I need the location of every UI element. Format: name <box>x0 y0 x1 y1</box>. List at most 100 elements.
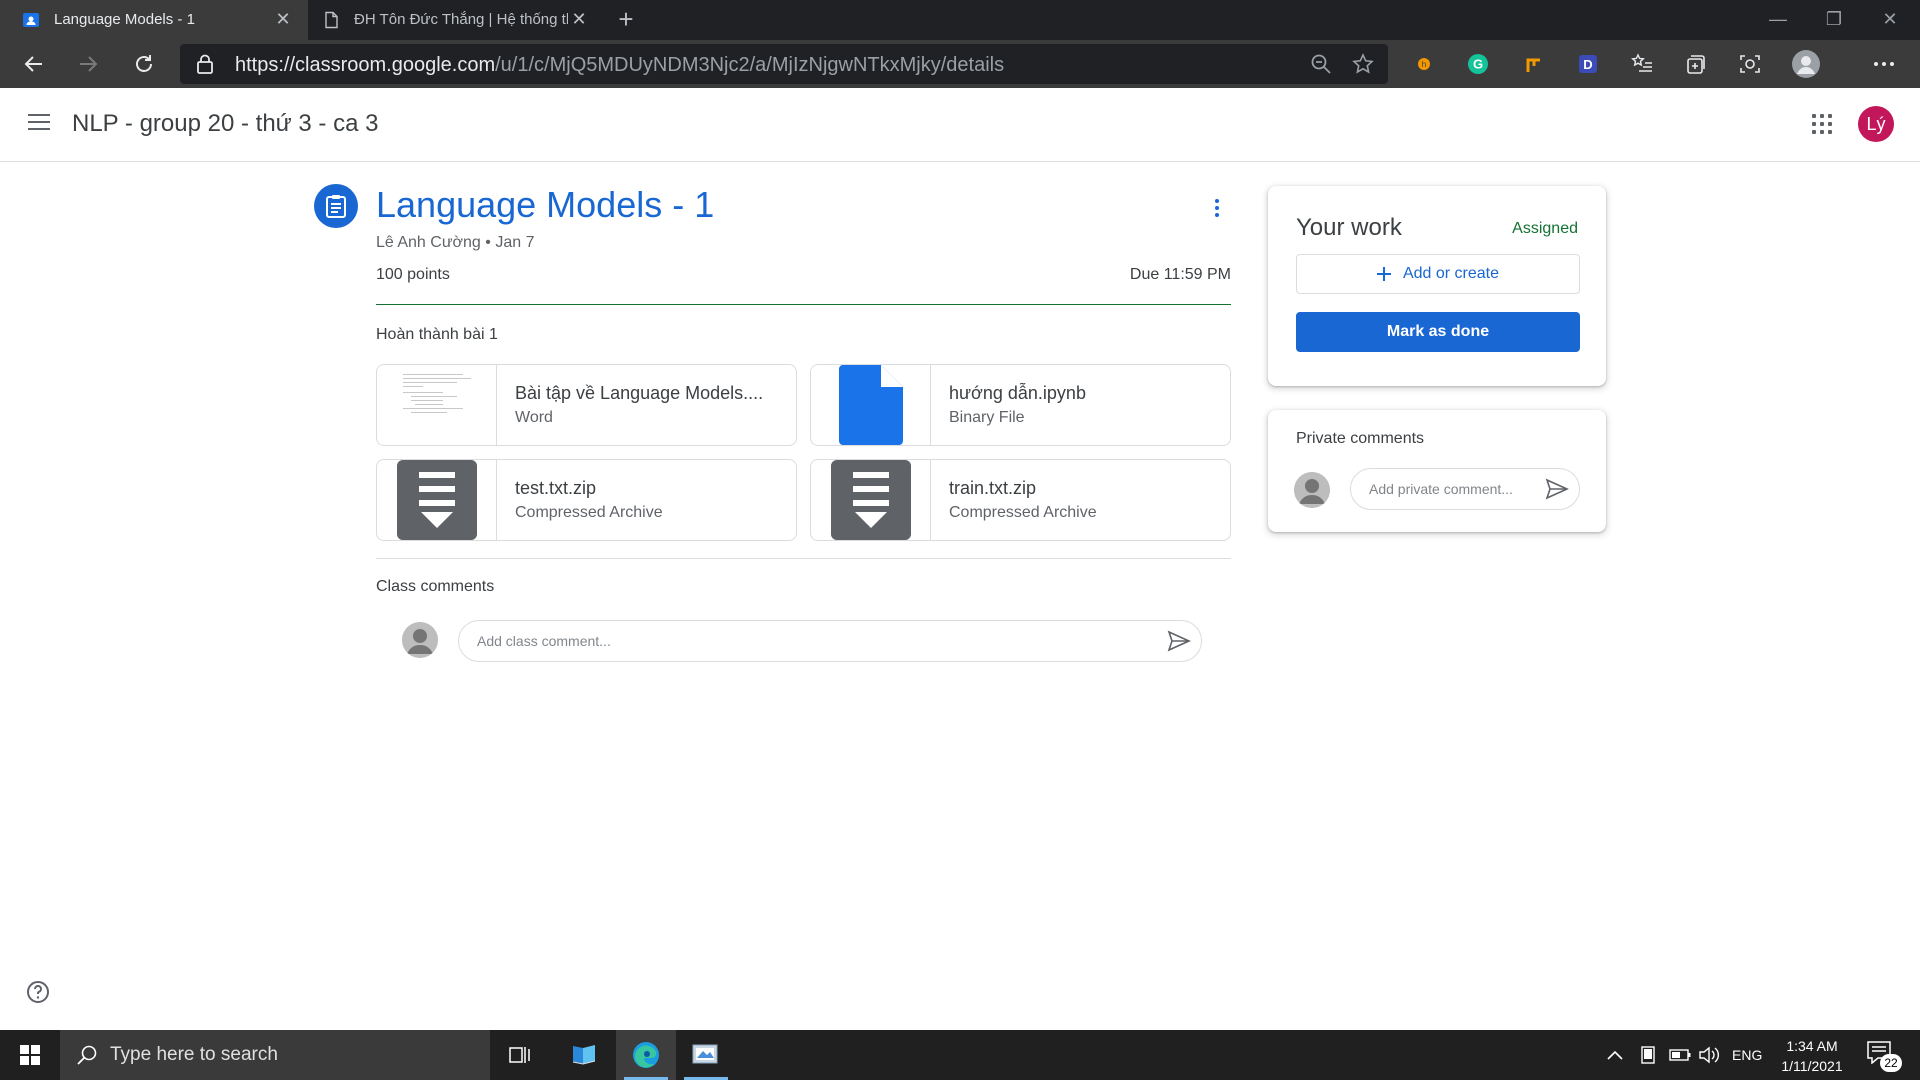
add-or-create-button[interactable]: Add or create <box>1296 254 1580 294</box>
archive-icon <box>811 460 931 540</box>
assignment-meta: Lê Anh Cường • Jan 7 <box>376 234 534 252</box>
task-view-icon[interactable] <box>490 1030 550 1080</box>
notification-center-icon[interactable]: 22 <box>1866 1040 1902 1072</box>
favorites-list-icon[interactable] <box>1630 52 1654 76</box>
close-tab-icon[interactable]: ✕ <box>568 8 590 30</box>
instructions: Hoàn thành bài 1 <box>376 326 498 343</box>
pen-icon[interactable] <box>1522 52 1546 76</box>
svg-text:G: G <box>1473 57 1483 72</box>
classroom-header: NLP - group 20 - thứ 3 - ca 3 Lý <box>0 88 1920 162</box>
menu-icon[interactable] <box>28 114 50 132</box>
add-or-create-label: Add or create <box>1402 265 1500 282</box>
author-name: Lê Anh Cường <box>376 234 481 251</box>
screenshot-icon[interactable] <box>1738 52 1762 76</box>
collections-icon[interactable] <box>1684 52 1708 76</box>
restore-icon[interactable]: ❐ <box>1806 0 1862 40</box>
system-clock[interactable]: 1:34 AM 1/11/2021 <box>1770 1036 1854 1076</box>
search-placeholder: Type here to search <box>110 1044 278 1065</box>
send-icon[interactable] <box>1167 629 1191 653</box>
archive-icon <box>377 460 497 540</box>
more-vert-icon[interactable] <box>1208 196 1226 220</box>
points: 100 points <box>376 266 450 283</box>
edge-browser-icon[interactable] <box>616 1030 676 1080</box>
clock-time: 1:34 AM <box>1786 1038 1838 1054</box>
close-tab-icon[interactable]: ✕ <box>272 8 294 30</box>
favorite-star-icon[interactable] <box>1352 53 1374 75</box>
zoom-icon[interactable] <box>1310 53 1332 75</box>
svg-text:h: h <box>1422 60 1426 69</box>
private-comment-input[interactable]: Add private comment... <box>1350 468 1580 510</box>
google-apps-icon[interactable] <box>1812 114 1832 134</box>
minimize-icon[interactable]: — <box>1750 0 1806 40</box>
search-icon <box>77 1045 97 1065</box>
taskbar-search[interactable]: Type here to search <box>60 1030 490 1080</box>
tray-chevron-icon[interactable] <box>1606 1030 1624 1080</box>
grammarly-icon[interactable]: G <box>1466 52 1490 76</box>
classroom-favicon-icon <box>23 13 39 27</box>
dashlane-icon[interactable]: D <box>1576 52 1600 76</box>
divider <box>376 304 1231 305</box>
user-avatar-icon <box>1294 472 1330 508</box>
due-date: Due 11:59 PM <box>1129 266 1231 283</box>
tray-device-icon[interactable] <box>1640 1030 1656 1080</box>
divider <box>376 558 1231 559</box>
attachment-type: Binary File <box>949 409 1025 426</box>
back-icon[interactable] <box>18 48 50 80</box>
help-icon[interactable] <box>26 980 50 1004</box>
attachment-card[interactable]: hướng dẫn.ipynb Binary File <box>810 364 1231 446</box>
attachment-name: train.txt.zip <box>949 478 1037 498</box>
tab-language-models[interactable]: Language Models - 1 ✕ <box>0 0 308 40</box>
honey-icon[interactable]: h <box>1412 52 1436 76</box>
page-icon <box>325 11 338 29</box>
profile-icon[interactable] <box>1790 48 1822 80</box>
new-tab-icon[interactable]: + <box>612 6 640 34</box>
account-avatar[interactable]: Lý <box>1858 106 1894 142</box>
private-comments-title: Private comments <box>1296 430 1425 447</box>
attachment-type: Word <box>515 409 553 426</box>
attachment-card[interactable]: Bài tập về Language Models.... Word <box>376 364 797 446</box>
tab-title: ĐH Tôn Đức Thắng | Hệ thống thông tin si… <box>354 11 568 28</box>
your-work-title: Your work <box>1296 214 1402 241</box>
volume-icon[interactable] <box>1698 1030 1720 1080</box>
post-date: Jan 7 <box>495 234 535 251</box>
notification-count: 22 <box>1880 1054 1902 1072</box>
attachment-card[interactable]: train.txt.zip Compressed Archive <box>810 459 1231 541</box>
battery-icon[interactable] <box>1668 1030 1692 1080</box>
your-work-card: Your work Assigned Add or create Mark as… <box>1268 186 1606 386</box>
class-comment-input[interactable]: Add class comment... <box>458 620 1202 662</box>
class-comments-heading[interactable]: Class comments <box>376 578 494 596</box>
file-icon <box>811 365 931 445</box>
class-comment-placeholder: Add class comment... <box>477 633 611 649</box>
browser-toolbar: https://classroom.google.com/u/1/c/MjQ5M… <box>0 40 1920 88</box>
lock-icon <box>197 54 213 74</box>
attachment-name: Bài tập về Language Models.... <box>515 383 764 403</box>
tab-title: Language Models - 1 <box>54 11 195 28</box>
browser-tab-bar: Language Models - 1 ✕ ĐH Tôn Đức Thắng |… <box>0 0 1920 40</box>
reload-icon[interactable] <box>128 48 160 80</box>
class-name[interactable]: NLP - group 20 - thứ 3 - ca 3 <box>72 110 378 138</box>
svg-text:D: D <box>1583 57 1592 72</box>
forward-icon[interactable] <box>72 48 104 80</box>
attachment-name: hướng dẫn.ipynb <box>949 383 1086 403</box>
tab-tdtu[interactable]: ĐH Tôn Đức Thắng | Hệ thống thông tin si… <box>308 0 604 40</box>
private-comment-placeholder: Add private comment... <box>1369 481 1513 497</box>
more-options-icon[interactable] <box>1872 52 1896 76</box>
user-avatar-icon <box>402 622 438 658</box>
assignment-title: Language Models - 1 <box>376 184 715 225</box>
assignment-icon <box>314 184 358 228</box>
attachment-card[interactable]: test.txt.zip Compressed Archive <box>376 459 797 541</box>
windows-taskbar: Type here to search ENG 1:34 AM 1/11/202… <box>0 1030 1920 1080</box>
meta-separator: • <box>485 234 491 251</box>
close-window-icon[interactable]: ✕ <box>1862 0 1918 40</box>
pinned-app-icon[interactable] <box>676 1030 736 1080</box>
address-bar[interactable]: https://classroom.google.com/u/1/c/MjQ5M… <box>180 44 1388 84</box>
file-explorer-icon[interactable] <box>554 1030 614 1080</box>
send-icon[interactable] <box>1545 477 1569 501</box>
attachment-type: Compressed Archive <box>515 504 663 521</box>
windows-start-icon[interactable] <box>0 1030 60 1080</box>
language-indicator[interactable]: ENG <box>1732 1030 1762 1080</box>
plus-icon <box>1376 267 1391 281</box>
doc-preview-thumbnail <box>377 365 497 445</box>
mark-as-done-button[interactable]: Mark as done <box>1296 312 1580 352</box>
private-comments-card: Private comments Add private comment... <box>1268 410 1606 532</box>
